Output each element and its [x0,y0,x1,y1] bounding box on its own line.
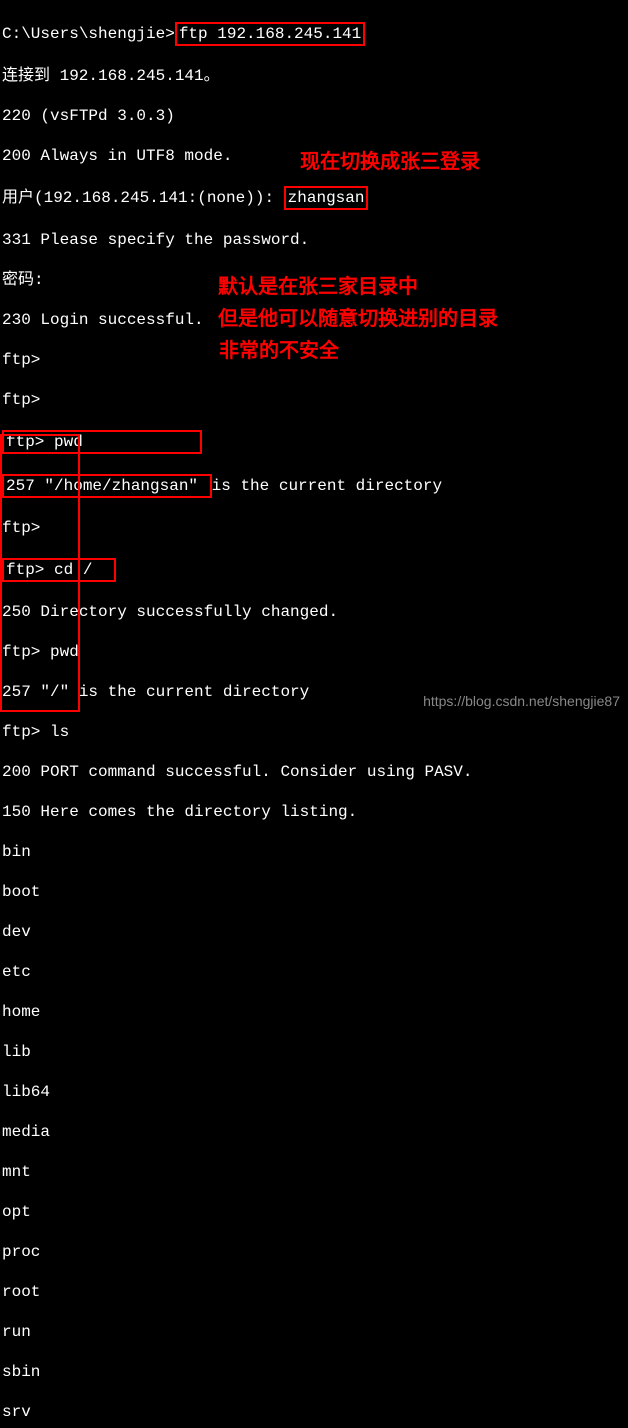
prompt: C:\Users\shengjie> [2,25,175,43]
dir-item: lib [2,1042,626,1062]
dir-item: bin [2,842,626,862]
dir-item: root [2,1282,626,1302]
dir-item: dev [2,922,626,942]
ftp-prompt: ftp> [2,723,50,741]
annotation-switch: 但是他可以随意切换进别的目录 [218,307,498,332]
annotation-homedir: 默认是在张三家目录中 [218,275,418,300]
dir-item: boot [2,882,626,902]
output-line: 200 PORT command successful. Consider us… [2,762,626,782]
dir-item: lib64 [2,1082,626,1102]
dir-listing-highlight [0,434,80,712]
output-line: 连接到 192.168.245.141。 [2,66,626,86]
output-line: 331 Please specify the password. [2,230,626,250]
output-line: 250 Directory successfully changed. [2,602,626,622]
ftp-prompt: ftp> [2,390,626,410]
dir-item: home [2,1002,626,1022]
output-line: 150 Here comes the directory listing. [2,802,626,822]
dir-item: etc [2,962,626,982]
watermark: https://blog.csdn.net/shengjie87 [423,693,620,711]
dir-item: opt [2,1202,626,1222]
cmd-highlight-ftp: ftp 192.168.245.141 [175,22,365,46]
annotation-login: 现在切换成张三登录 [300,150,480,175]
dir-item: media [2,1122,626,1142]
dir-item: sbin [2,1362,626,1382]
username-highlight: zhangsan [284,186,369,210]
dir-item: proc [2,1242,626,1262]
annotation-unsafe: 非常的不安全 [219,339,339,364]
dir-item: srv [2,1402,626,1422]
output-line: 220 (vsFTPd 3.0.3) [2,106,626,126]
output-line: 用户(192.168.245.141:(none)): [2,189,284,207]
dir-item: run [2,1322,626,1342]
terminal-output: C:\Users\shengjie>ftp 192.168.245.141 连接… [2,2,626,1428]
dir-item: mnt [2,1162,626,1182]
ftp-prompt: ftp> [2,518,626,538]
